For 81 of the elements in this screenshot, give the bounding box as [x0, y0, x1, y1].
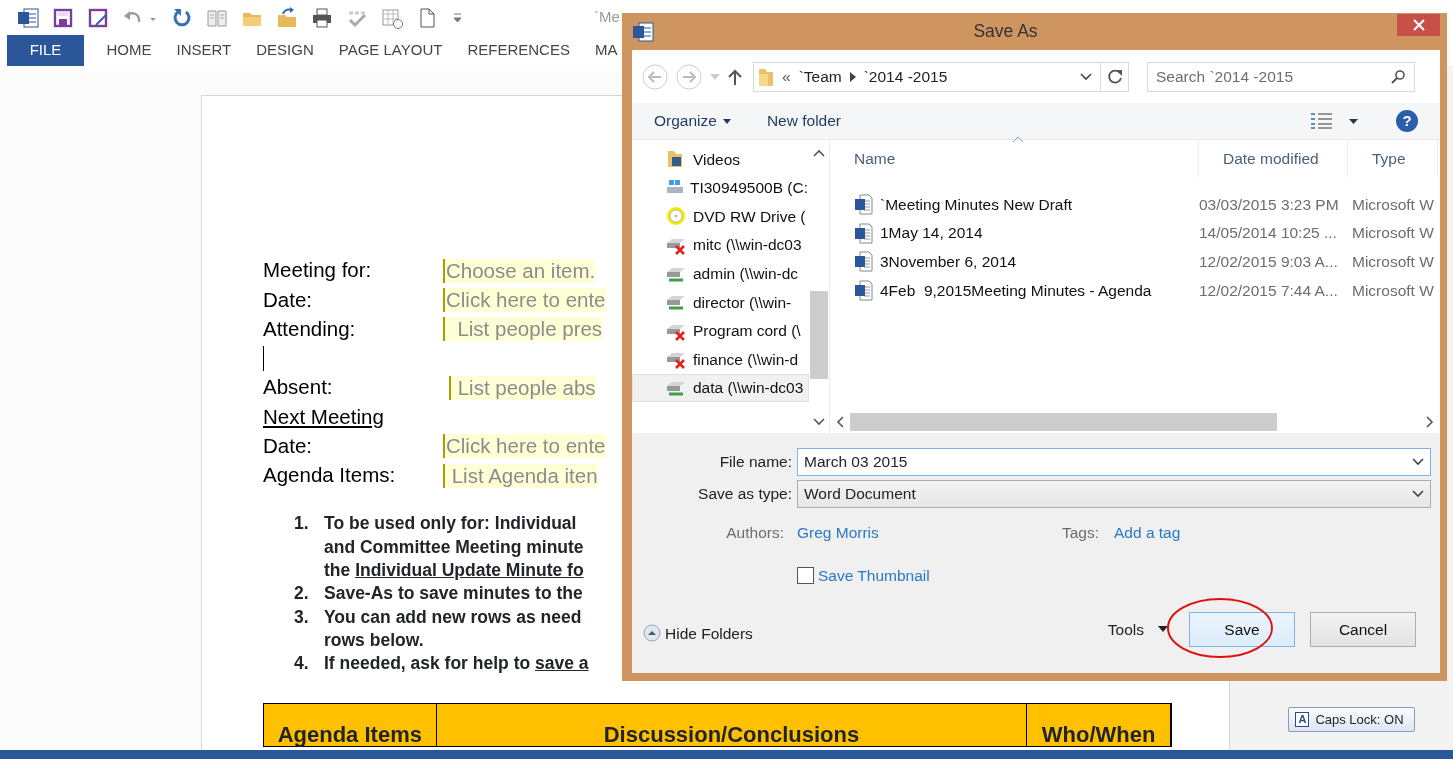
- file-type: Microsoft W: [1351, 223, 1434, 244]
- file-name: 4Feb 9,2015Meeting Minutes - Agenda: [880, 280, 1152, 301]
- toolbar-button[interactable]: Organize: [644, 109, 741, 133]
- dialog-title: Save As: [972, 20, 1039, 44]
- field-label: Date:: [263, 433, 313, 460]
- file-row[interactable]: 1May 14, 2014 14/05/2014 10:25 ... Microsoft W: [830, 218, 1440, 248]
- field-label: Attending:: [263, 315, 357, 342]
- breadcrumb[interactable]: `Team: [798, 64, 842, 89]
- file-type: Microsoft W: [1351, 280, 1434, 301]
- checkbox-label[interactable]: Save Thumbnail: [818, 564, 930, 588]
- column-header: Agenda Items: [277, 724, 422, 747]
- field-label: Tags:: [1060, 523, 1100, 544]
- add-tag-link[interactable]: Add a tag: [1114, 521, 1181, 545]
- file-type: Microsoft W: [1351, 252, 1434, 273]
- instruction-text: To be used only for: Individual: [324, 512, 577, 536]
- navigation-item[interactable]: data (\\win-dc03: [632, 373, 809, 403]
- list-number: 3.: [294, 605, 310, 629]
- cancel-button[interactable]: Cancel: [1310, 611, 1416, 647]
- column-header[interactable]: Type: [1348, 140, 1438, 177]
- list-number: 4.: [294, 652, 310, 676]
- field-label: Authors:: [725, 523, 785, 544]
- save-button[interactable]: Save: [1189, 611, 1295, 647]
- column-header: Discussion/Conclusions: [603, 724, 860, 747]
- column-header: Who/When: [1041, 724, 1156, 747]
- field-label: Absent:: [263, 374, 334, 401]
- field-label: Agenda Items:: [263, 462, 397, 489]
- instruction-text: rows below.: [324, 628, 424, 652]
- column-header[interactable]: Name: [830, 140, 1199, 177]
- ribbon-tab[interactable]: MA: [582, 35, 630, 66]
- file-tab[interactable]: FILE: [7, 35, 84, 66]
- navigation-item[interactable]: admin (\\win-dc: [632, 259, 809, 288]
- field-label: Meeting for:: [263, 257, 373, 284]
- instruction-text: You can add new rows as need: [324, 605, 582, 629]
- date-modified: 03/03/2015 3:23 PM: [1199, 194, 1340, 215]
- search-field[interactable]: Search `2014 -2015: [1147, 61, 1415, 92]
- help-button[interactable]: ?: [1396, 110, 1418, 132]
- field-label: Date:: [263, 286, 313, 313]
- date-modified: 12/02/2015 9:03 A...: [1199, 252, 1339, 273]
- instruction-text: and Committee Meeting minute: [324, 535, 584, 559]
- authors-link[interactable]: Greg Morris: [797, 521, 997, 545]
- field-label: Save as type:: [697, 484, 793, 505]
- navigation-item[interactable]: Videos: [632, 145, 809, 174]
- file-name: 1May 14, 2014: [880, 223, 983, 244]
- navigation-item[interactable]: finance (\\win-d: [632, 345, 809, 374]
- navigation-item[interactable]: DVD RW Drive (: [632, 202, 809, 231]
- file-type: Microsoft W: [1351, 194, 1434, 215]
- file-name-field[interactable]: March 03 2015: [797, 448, 1431, 476]
- ribbon-tab[interactable]: DESIGN: [243, 35, 327, 66]
- instruction-text: Save-As to save minutes to the: [324, 582, 583, 606]
- navigation-item[interactable]: mitc (\\win-dc03: [632, 230, 809, 260]
- ribbon-tab[interactable]: HOME: [94, 35, 164, 66]
- file-row[interactable]: 3November 6, 2014 12/02/2015 9:03 A... Microsoft W: [830, 247, 1440, 277]
- navigation-item[interactable]: Program cord (\: [632, 316, 809, 346]
- instruction-text: If needed, ask for help to save a: [324, 652, 589, 676]
- ribbon-tab[interactable]: REFERENCES: [454, 35, 583, 66]
- file-row[interactable]: `Meeting Minutes New Draft 03/03/2015 3:23 PM Microsoft W: [830, 190, 1440, 219]
- list-number: 1.: [294, 512, 310, 536]
- hide-folders-button[interactable]: Hide Folders: [643, 621, 753, 645]
- date-modified: 12/02/2015 7:44 A...: [1199, 280, 1339, 301]
- file-type-dropdown[interactable]: Word Document: [797, 480, 1431, 508]
- ribbon-tab[interactable]: INSERT: [164, 35, 244, 66]
- breadcrumb[interactable]: `2014 -2015: [863, 64, 948, 89]
- file-name: 3November 6, 2014: [880, 252, 1017, 273]
- key-icon: A: [1295, 711, 1310, 727]
- file-row[interactable]: 4Feb 9,2015Meeting Minutes - Agenda 12/02/2015 7:44 A... Microsoft W: [830, 276, 1440, 305]
- section-heading: Next Meeting: [263, 403, 384, 430]
- date-modified: 14/05/2014 10:25 ...: [1199, 223, 1338, 244]
- field-label: File name:: [718, 452, 793, 473]
- tools-menu[interactable]: Tools: [1107, 617, 1168, 641]
- window-title: `Me: [594, 7, 620, 28]
- caps-lock-label: Caps Lock: ON: [1315, 710, 1404, 729]
- toolbar-button[interactable]: New folder: [756, 109, 851, 133]
- navigation-item[interactable]: TI30949500B (C:: [632, 173, 809, 203]
- navigation-item[interactable]: director (\\win-: [632, 287, 809, 317]
- list-number: 2.: [294, 582, 310, 606]
- column-header[interactable]: Date modified: [1199, 140, 1348, 177]
- overflow-icon: «: [782, 64, 791, 89]
- ribbon-tab[interactable]: PAGE LAYOUT: [326, 35, 455, 66]
- instruction-text: the Individual Update Minute fo: [324, 558, 584, 582]
- file-name: `Meeting Minutes New Draft: [880, 194, 1073, 215]
- address-bar[interactable]: « `Team `2014 -2015: [753, 61, 1129, 92]
